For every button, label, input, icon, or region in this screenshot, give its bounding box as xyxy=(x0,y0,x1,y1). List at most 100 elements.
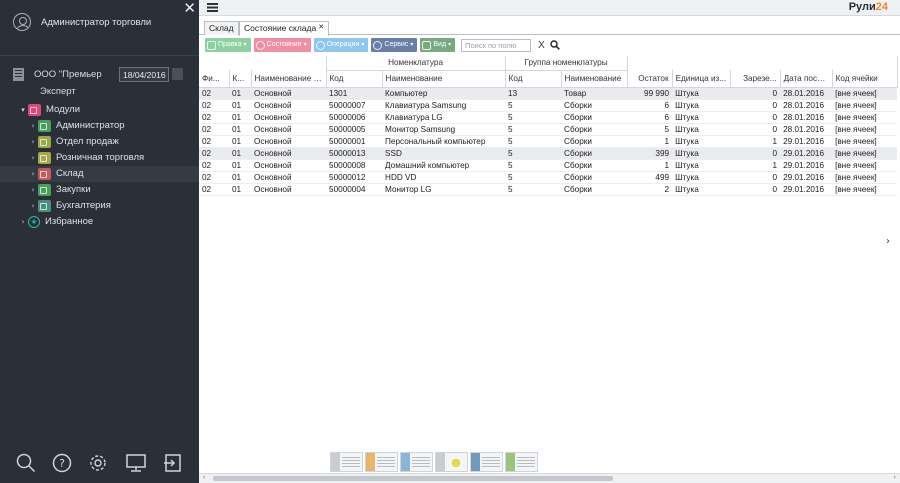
table-cell: Штука xyxy=(675,172,699,182)
company-selector[interactable]: ООО "Премьер xyxy=(13,68,102,81)
table-cell: [вне ячеек] xyxy=(835,124,877,134)
column-header[interactable]: Наименование с... xyxy=(251,70,327,88)
chevron-right-icon[interactable]: › xyxy=(18,214,28,230)
table-cell: [вне ячеек] xyxy=(835,160,877,170)
window-thumbnail[interactable] xyxy=(330,452,363,472)
chevron-down-icon[interactable]: ▾ xyxy=(18,102,28,118)
window-thumbnail[interactable] xyxy=(400,452,433,472)
table-cell: 28.01.2016 xyxy=(783,124,825,134)
column-header[interactable]: Дата посл... xyxy=(780,70,833,88)
user-info[interactable]: Администратор торговли xyxy=(13,13,151,31)
table-row[interactable]: 02 01 Основной 50000005 Монитор Samsung 5 Сбор… xyxy=(199,123,898,135)
horizontal-scrollbar[interactable]: ‹ › xyxy=(199,473,900,483)
table-cell: Штука xyxy=(675,112,699,122)
monitor-icon[interactable] xyxy=(125,453,147,473)
tree-item[interactable]: › Склад xyxy=(0,166,199,182)
tree-item[interactable]: ▾ Модули xyxy=(0,102,199,118)
table-cell: 1 xyxy=(772,136,778,146)
toolbar-button[interactable]: Операции ▾ xyxy=(313,38,369,52)
table-cell: Монитор LG xyxy=(385,184,432,194)
table-row[interactable]: 02 01 Основной 50000008 Домашний компьютер 5 С… xyxy=(199,159,898,171)
table-cell: [вне ячеек] xyxy=(832,147,898,159)
table-cell: 02 xyxy=(202,136,212,146)
table-row[interactable]: 02 01 Основной 50000007 Клавиатура Samsung 5 С… xyxy=(199,99,898,111)
column-header[interactable]: К... xyxy=(229,70,252,88)
search-icon[interactable] xyxy=(16,453,36,473)
date-input[interactable]: 18/04/2016 xyxy=(119,67,169,82)
search-icon[interactable] xyxy=(550,40,560,50)
table-cell: 50000008 xyxy=(329,160,366,170)
table-row[interactable]: 02 01 Основной 50000006 Клавиатура LG 5 Сборки… xyxy=(199,111,898,123)
table-row[interactable]: 02 01 Основной 1301 Компьютер 13 Товар 99 990 Шт… xyxy=(199,87,898,99)
column-header[interactable]: Единица из... xyxy=(672,70,731,88)
tab-close-icon[interactable]: ✕ xyxy=(318,24,324,31)
column-header[interactable]: Наименование xyxy=(382,70,506,88)
toolbar-button[interactable]: Состояние ▾ xyxy=(253,38,311,52)
table-cell: Сборки xyxy=(564,124,592,134)
table-cell: 13 xyxy=(505,87,562,99)
chevron-right-icon[interactable]: › xyxy=(28,166,38,182)
chevron-right-icon[interactable]: › xyxy=(28,182,38,198)
chevron-right-icon[interactable]: › xyxy=(28,118,38,134)
table-cell: 0 xyxy=(730,87,781,99)
tree-item-label: Модули xyxy=(46,104,81,115)
chevron-right-icon[interactable]: › xyxy=(28,198,38,214)
menu-icon[interactable] xyxy=(207,3,218,12)
gear-icon[interactable] xyxy=(88,453,108,473)
table-cell: [вне ячеек] xyxy=(835,112,877,122)
logout-icon[interactable] xyxy=(163,453,183,473)
tree-item[interactable]: › Бухгалтерия xyxy=(0,198,199,214)
column-header[interactable]: Зарезе... xyxy=(730,70,781,88)
window-thumbnail[interactable] xyxy=(470,452,503,472)
table-cell: Основной xyxy=(251,87,327,99)
tab-warehouse[interactable]: Склад xyxy=(204,21,239,35)
window-thumbnail[interactable] xyxy=(505,452,538,472)
calendar-icon[interactable] xyxy=(172,68,183,80)
column-header[interactable]: Код ячейки xyxy=(832,70,898,88)
help-icon[interactable]: ? xyxy=(52,453,72,473)
tab-warehouse-state[interactable]: Состояние склада ✕ xyxy=(239,21,330,36)
table-cell: 29.01.2016 xyxy=(783,160,825,170)
scroll-right-icon[interactable]: › xyxy=(886,236,890,247)
chevron-right-icon[interactable]: › xyxy=(28,134,38,150)
module-icon xyxy=(38,120,51,132)
table-cell: SSD xyxy=(382,147,506,159)
window-thumbnail[interactable] xyxy=(435,452,468,472)
column-header[interactable]: Наименование xyxy=(561,70,628,88)
column-header[interactable]: Код xyxy=(326,70,383,88)
tree-item[interactable]: › Розничная торговля xyxy=(0,150,199,166)
module-icon xyxy=(38,200,51,212)
search-field-input[interactable]: Поиск по полю xyxy=(461,38,532,52)
toolbar-button[interactable]: Вид ▾ xyxy=(420,38,456,52)
toolbar-button[interactable]: Сервис ▾ xyxy=(371,38,418,52)
building-icon xyxy=(13,68,24,81)
table-cell: 02 xyxy=(202,112,212,122)
table-row[interactable]: 02 01 Основной 50000012 HDD VD 5 Сборки 499 Штук… xyxy=(199,171,898,183)
tree-item[interactable]: › Администратор xyxy=(0,118,199,134)
table-row[interactable]: 02 01 Основной 50000013 SSD 5 Сборки 399 Штука 0 2… xyxy=(199,147,898,159)
tree-item[interactable]: › Закупки xyxy=(0,182,199,198)
table-cell: 5 xyxy=(508,184,513,194)
table-cell: 5 xyxy=(508,100,513,110)
table-row[interactable]: 02 01 Основной 50000001 Персональный компьют… xyxy=(199,135,898,147)
window-thumbnail[interactable] xyxy=(365,452,398,472)
table-cell: 1 xyxy=(664,136,670,146)
close-icon[interactable]: ✕ xyxy=(183,0,196,17)
clear-search-button[interactable]: X xyxy=(538,40,545,51)
scroll-left-arrow-icon[interactable]: ‹ xyxy=(203,474,205,481)
chevron-right-icon[interactable]: › xyxy=(28,150,38,166)
tree-item[interactable]: › Отдел продаж xyxy=(0,134,199,150)
column-header[interactable]: Код xyxy=(505,70,562,88)
scroll-right-arrow-icon[interactable]: › xyxy=(894,474,896,481)
toolbar-button[interactable]: Правка ▾ xyxy=(205,38,251,52)
column-header[interactable]: Остаток xyxy=(627,70,673,88)
table-cell: [вне ячеек] xyxy=(835,172,877,182)
table-cell: 5 xyxy=(505,147,562,159)
tree-item[interactable]: › ★ Избранное xyxy=(0,214,199,230)
scrollbar-thumb[interactable] xyxy=(213,476,613,481)
column-header[interactable]: Фи... xyxy=(199,70,230,88)
table-cell: 01 xyxy=(232,136,242,146)
table-cell: 2 xyxy=(664,184,670,194)
table-row[interactable]: 02 01 Основной 50000004 Монитор LG 5 Сборки 2 Шт… xyxy=(199,183,898,195)
tree-item-label: Администратор xyxy=(56,120,125,131)
